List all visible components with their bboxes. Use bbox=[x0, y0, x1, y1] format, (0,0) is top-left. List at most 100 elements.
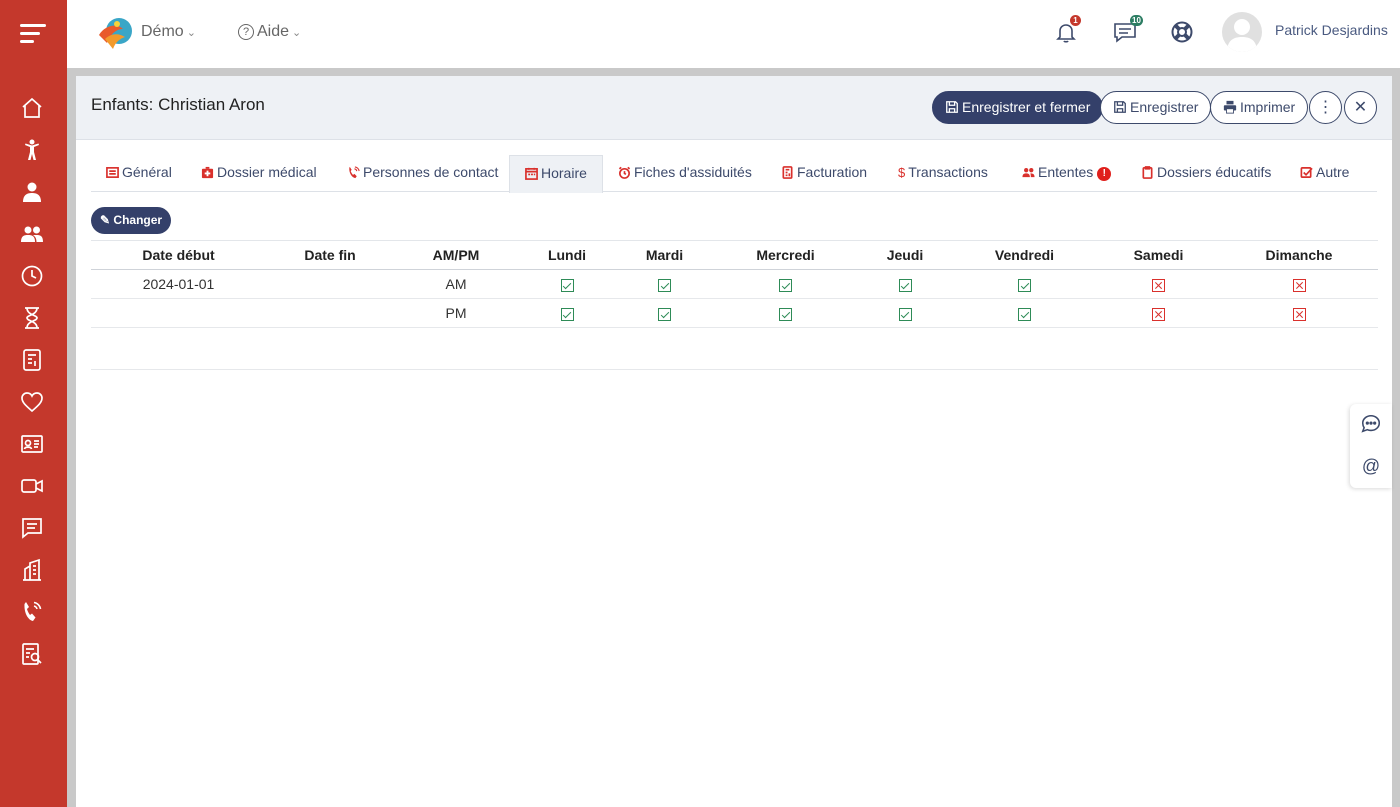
schedule-cell: 2024-01-01 bbox=[91, 269, 266, 299]
medical-kit-icon bbox=[201, 155, 214, 190]
day-cell bbox=[616, 298, 713, 328]
phone-icon[interactable] bbox=[20, 600, 46, 626]
day-cell bbox=[518, 269, 616, 299]
day-cell bbox=[1220, 269, 1378, 299]
person-icon[interactable] bbox=[20, 180, 46, 206]
alarm-clock-icon bbox=[618, 155, 631, 190]
more-options-icon[interactable]: ⋮ bbox=[1309, 91, 1342, 124]
video-icon[interactable] bbox=[20, 474, 46, 500]
tab-contacts[interactable]: Personnes de contact bbox=[347, 155, 498, 192]
org-label: Démo bbox=[141, 23, 184, 40]
tab-attendance[interactable]: Fiches d'assiduités bbox=[618, 155, 752, 192]
clock-icon[interactable] bbox=[20, 264, 46, 290]
floppy-disk-icon bbox=[946, 101, 958, 113]
chevron-down-icon: ⌄ bbox=[186, 27, 196, 39]
invoice-icon bbox=[781, 155, 794, 190]
column-header: AM/PM bbox=[394, 240, 518, 270]
schedule-table: Date début Date fin AM/PM Lundi Mardi Me… bbox=[91, 240, 1378, 328]
day-cell bbox=[952, 269, 1097, 299]
column-header: Samedi bbox=[1097, 240, 1220, 270]
tab-educational-records[interactable]: Dossiers éducatifs bbox=[1141, 155, 1271, 192]
tab-label: Général bbox=[122, 164, 172, 180]
change-label: Changer bbox=[113, 213, 163, 227]
help-menu[interactable]: ? Aide ⌄ bbox=[238, 23, 301, 41]
user-avatar[interactable] bbox=[1222, 12, 1262, 52]
column-header: Mardi bbox=[616, 240, 713, 270]
day-cell bbox=[1220, 298, 1378, 328]
billing-icon[interactable] bbox=[20, 348, 46, 374]
notifications-bell-icon[interactable]: 1 bbox=[1054, 15, 1081, 46]
printer-icon bbox=[1223, 100, 1237, 114]
close-icon[interactable]: ✕ bbox=[1344, 91, 1377, 124]
messages-icon[interactable]: 10 bbox=[1113, 15, 1143, 46]
help-label: Aide bbox=[257, 23, 290, 40]
schedule-cell: PM bbox=[394, 298, 518, 328]
day-cell bbox=[858, 298, 952, 328]
tab-agreements[interactable]: Ententes! bbox=[1022, 155, 1112, 192]
checked-box-icon bbox=[898, 307, 912, 321]
tab-label: Horaire bbox=[541, 165, 587, 181]
column-header: Jeudi bbox=[858, 240, 952, 270]
phone-volume-icon bbox=[347, 155, 360, 190]
support-lifebuoy-icon[interactable] bbox=[1170, 20, 1196, 46]
checked-box-icon bbox=[658, 307, 671, 321]
schedule-cell: AM bbox=[394, 269, 518, 299]
save-and-close-label: Enregistrer et fermer bbox=[962, 99, 1091, 115]
home-icon[interactable] bbox=[20, 96, 46, 122]
checked-box-icon bbox=[1018, 307, 1031, 321]
schedule-cell bbox=[266, 298, 394, 328]
crossed-box-icon bbox=[1292, 307, 1306, 321]
hamburger-menu-icon[interactable] bbox=[20, 24, 46, 46]
day-cell bbox=[713, 269, 858, 299]
schedule-header-row: Date début Date fin AM/PM Lundi Mardi Me… bbox=[91, 240, 1378, 270]
column-header: Date début bbox=[91, 240, 266, 270]
change-button[interactable]: ✎ Changer bbox=[91, 207, 172, 234]
floating-panel: @ bbox=[1350, 404, 1392, 488]
child-icon[interactable] bbox=[20, 138, 46, 164]
checked-box-icon bbox=[658, 278, 671, 292]
building-icon[interactable] bbox=[20, 558, 46, 584]
save-and-close-button[interactable]: Enregistrer et fermer bbox=[932, 91, 1104, 124]
at-sign-icon[interactable]: @ bbox=[1359, 454, 1383, 478]
help-icon: ? bbox=[238, 24, 254, 40]
print-button[interactable]: Imprimer bbox=[1210, 91, 1309, 124]
day-cell bbox=[952, 298, 1097, 328]
message-icon[interactable] bbox=[20, 516, 46, 542]
child-record-modal: Enfants: Christian Aron Enregistrer et f… bbox=[76, 76, 1392, 807]
tab-label: Dossiers éducatifs bbox=[1157, 164, 1272, 180]
user-name[interactable]: Patrick Desjardins bbox=[1275, 22, 1388, 38]
column-header: Vendredi bbox=[952, 240, 1097, 270]
tab-other[interactable]: Autre bbox=[1300, 155, 1349, 192]
dollar-icon: $ bbox=[898, 165, 906, 180]
report-icon[interactable] bbox=[20, 642, 46, 668]
tab-medical-record[interactable]: Dossier médical bbox=[201, 155, 317, 192]
column-header: Lundi bbox=[518, 240, 616, 270]
tab-label: Autre bbox=[1316, 164, 1350, 180]
tab-label: Personnes de contact bbox=[363, 164, 499, 180]
checked-box-icon bbox=[779, 278, 792, 292]
crossed-box-icon bbox=[1152, 307, 1165, 321]
document-lines-icon bbox=[106, 155, 119, 190]
schedule-row: 2024-01-01 AM bbox=[91, 269, 1378, 299]
id-card-icon[interactable] bbox=[20, 432, 46, 458]
tab-label: Facturation bbox=[797, 164, 868, 180]
floppy-disk-icon bbox=[1114, 101, 1126, 113]
tab-transactions[interactable]: $ Transactions bbox=[898, 155, 988, 192]
print-label: Imprimer bbox=[1240, 99, 1296, 115]
save-button[interactable]: Enregistrer bbox=[1100, 91, 1212, 124]
group-icon[interactable] bbox=[20, 222, 46, 248]
users-icon bbox=[1022, 155, 1035, 190]
tab-general[interactable]: Général bbox=[106, 155, 172, 192]
org-selector[interactable]: Démo ⌄ bbox=[141, 23, 196, 41]
hourglass-icon[interactable] bbox=[20, 306, 46, 332]
sidebar bbox=[0, 0, 67, 807]
chat-bubble-icon[interactable] bbox=[1359, 413, 1383, 437]
tab-billing[interactable]: Facturation bbox=[781, 155, 867, 192]
heart-icon[interactable] bbox=[20, 390, 46, 416]
tab-schedule[interactable]: Horaire bbox=[509, 155, 603, 193]
save-label: Enregistrer bbox=[1130, 99, 1199, 115]
tab-label: Transactions bbox=[908, 164, 988, 180]
tab-label: Ententes bbox=[1038, 164, 1094, 180]
calendar-icon bbox=[525, 156, 538, 191]
crossed-box-icon bbox=[1292, 278, 1306, 292]
